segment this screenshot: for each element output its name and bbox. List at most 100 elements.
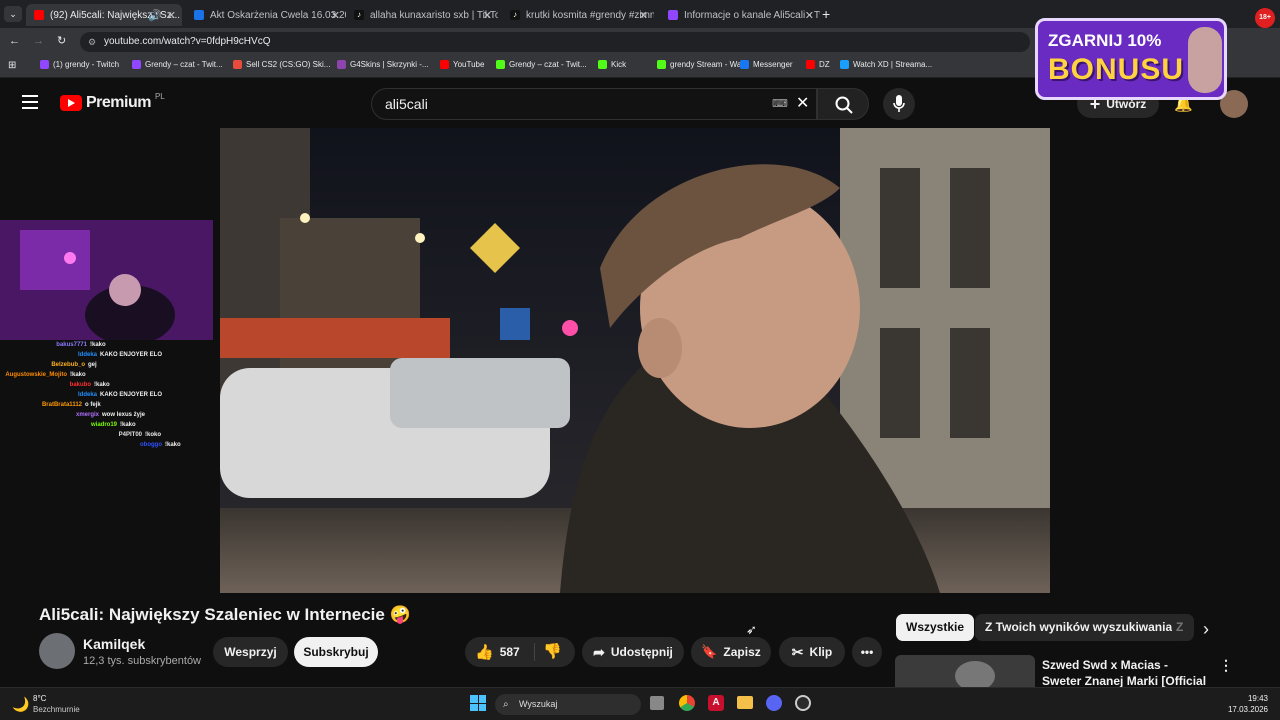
bookmark-item[interactable]: G4Skins | Skrzynki -... (337, 60, 429, 69)
bookmark-label: Sell CS2 (CS:GO) Ski... (246, 60, 331, 69)
new-tab-button[interactable]: + (822, 6, 830, 22)
bookmark-item[interactable]: DZ (806, 60, 830, 69)
more-actions-button[interactable]: ••• (852, 637, 882, 667)
forward-arrow-icon[interactable]: → (33, 35, 44, 47)
youtube-premium-logo[interactable]: Premium PL (60, 91, 165, 112)
tab-youtube-video[interactable]: (92) Ali5cali: Największy Sz... 🔊 ✕ (26, 4, 182, 26)
chat-text: !kako (90, 342, 106, 348)
chat-text: !kako (70, 372, 86, 378)
voice-search-button[interactable] (883, 88, 915, 120)
chat-message: Iddeka KAKO ENJOYER ELO (78, 392, 162, 398)
thumbs-down-icon[interactable]: 👎 (543, 642, 562, 660)
bookmark-item[interactable]: YouTube (440, 60, 484, 69)
bookmark-item[interactable]: Watch XD | Streama... (840, 60, 932, 69)
chrome-icon[interactable] (679, 695, 695, 711)
site-info-icon[interactable]: ⚙ (88, 32, 96, 52)
twitch-favicon-icon (668, 10, 678, 20)
keyboard-icon[interactable]: ⌨ (772, 89, 788, 119)
windows-taskbar: 🌙 8°C Bezchmurnie ⌕ Wyszukaj A 19:43 17.… (0, 687, 1280, 720)
thumbs-up-icon[interactable]: 👍 (475, 643, 494, 661)
chip-next[interactable]: Z (1172, 614, 1194, 641)
close-tab-icon[interactable]: ✕ (167, 9, 176, 22)
microphone-icon (893, 95, 905, 112)
search-button[interactable] (817, 88, 869, 120)
bonus-promo-banner[interactable]: ZGARNIJ 10% BONUSU (1035, 18, 1227, 100)
recommended-thumbnail[interactable] (895, 655, 1035, 688)
bookmark-item[interactable]: Grendy – czat - Twit... (496, 60, 587, 69)
taskbar-search-input[interactable]: ⌕ Wyszukaj (495, 694, 641, 715)
clock-date[interactable]: 17.03.2026 (1222, 705, 1268, 714)
recommended-title[interactable]: Szwed Swd x Macias - Sweter Znanej Marki… (1042, 657, 1207, 689)
like-count[interactable]: 587 (500, 645, 520, 659)
chat-message: wiadro19 !kako (91, 422, 136, 428)
windows-start-icon[interactable] (470, 695, 486, 711)
close-tab-icon[interactable]: ✕ (805, 9, 814, 22)
app-a-icon[interactable]: A (708, 695, 724, 711)
chat-text: KAKO ENJOYER ELO (100, 352, 163, 358)
apps-grid-icon[interactable]: ⊞ (8, 60, 16, 71)
tab-tiktok-2[interactable]: ♪ krutki kosmita #grendy #zimne... ✕ (502, 4, 654, 26)
chat-username: Belzebub_o (51, 362, 85, 368)
logo-region: PL (154, 91, 165, 101)
tab-twitch-info[interactable]: Informacje o kanale Ali5cali - Tw... ✕ (660, 4, 820, 26)
subscribe-label: Subskrybuj (303, 645, 369, 659)
bookmark-icon: 🔖 (701, 644, 718, 659)
reload-icon[interactable]: ↻ (57, 34, 66, 47)
chat-username: Iddeka (77, 392, 97, 398)
subscribe-button[interactable]: Subskrybuj (294, 637, 378, 667)
chip-from-search[interactable]: Z Twoich wyników wyszukiwania (975, 614, 1183, 641)
chat-message: Augustowskie_Mojito !kako (5, 372, 86, 378)
bookmark-item[interactable]: (1) grendy - Twitch (40, 60, 119, 69)
tab-akt[interactable]: Akt Oskarżenia Cwela 16.03.20... ✕ (186, 4, 346, 26)
bookmark-label: grendy Stream - Wa... (670, 60, 748, 69)
file-explorer-icon[interactable] (737, 696, 753, 709)
search-icon (835, 96, 853, 114)
chat-username: Augustowskie_Mojito (5, 372, 67, 378)
bookmark-label: YouTube (453, 60, 485, 69)
tiktok-favicon-icon: ♪ (354, 10, 364, 20)
clip-label: Klip (809, 645, 833, 659)
chip-all[interactable]: Wszystkie (896, 614, 975, 641)
bookmark-favicon-icon (40, 60, 49, 69)
video-frame-image (220, 128, 1050, 593)
chat-text: !kako (165, 442, 181, 448)
bookmark-label: DZ (819, 60, 830, 69)
steam-icon[interactable] (795, 695, 811, 711)
share-label: Udostępnij (610, 645, 673, 659)
chat-username: Iddeka (77, 352, 97, 358)
video-player[interactable] (220, 128, 1050, 593)
discord-icon[interactable] (766, 695, 782, 711)
bookmark-item[interactable]: Sell CS2 (CS:GO) Ski... (233, 60, 330, 69)
tab-label: Informacje o kanale Ali5cali - Tw... (684, 9, 820, 21)
weather-moon-icon: 🌙 (12, 696, 30, 712)
tiktok-favicon-icon: ♪ (510, 10, 520, 20)
share-button[interactable]: ➦ Udostępnij (582, 637, 684, 667)
close-tab-icon[interactable]: ✕ (331, 9, 340, 22)
task-view-icon[interactable] (650, 696, 664, 710)
clear-search-icon[interactable]: ✕ (796, 89, 809, 119)
recommended-menu-icon[interactable]: ⋮ (1219, 657, 1233, 674)
search-input[interactable]: ali5cali ⌨ ✕ (371, 88, 817, 120)
tab-tiktok-1[interactable]: ♪ allaha kunaxaristo sxb | TikTok ✕ (346, 4, 498, 26)
back-arrow-icon[interactable]: ← (9, 35, 20, 47)
channel-avatar[interactable] (39, 633, 75, 669)
channel-name[interactable]: Kamilqek (83, 636, 145, 652)
menu-hamburger-icon[interactable] (22, 95, 38, 109)
bookmark-item[interactable]: Kick (598, 60, 626, 69)
youtube-favicon-icon (34, 10, 44, 20)
clip-button[interactable]: ✂ Klip (779, 637, 845, 667)
tab-search-button[interactable]: ⌄ (4, 6, 22, 22)
bookmark-item[interactable]: grendy Stream - Wa... (657, 60, 748, 69)
bookmark-item[interactable]: Messenger (740, 60, 793, 69)
support-button[interactable]: Wesprzyj (213, 637, 288, 667)
url-field[interactable]: ⚙ youtube.com/watch?v=0fdpH9cHVcQ (80, 32, 1030, 52)
bookmark-item[interactable]: Grendy – czat - Twit... (132, 60, 223, 69)
save-button[interactable]: 🔖 Zapisz (691, 637, 771, 667)
bookmark-favicon-icon (440, 60, 449, 69)
bookmark-label: Watch XD | Streama... (853, 60, 933, 69)
clock-time[interactable]: 19:43 (1230, 694, 1268, 703)
chevron-right-icon[interactable]: › (1203, 619, 1209, 640)
close-tab-icon[interactable]: ✕ (483, 9, 492, 22)
close-tab-icon[interactable]: ✕ (639, 9, 648, 22)
audio-icon[interactable]: 🔊 (148, 9, 162, 22)
